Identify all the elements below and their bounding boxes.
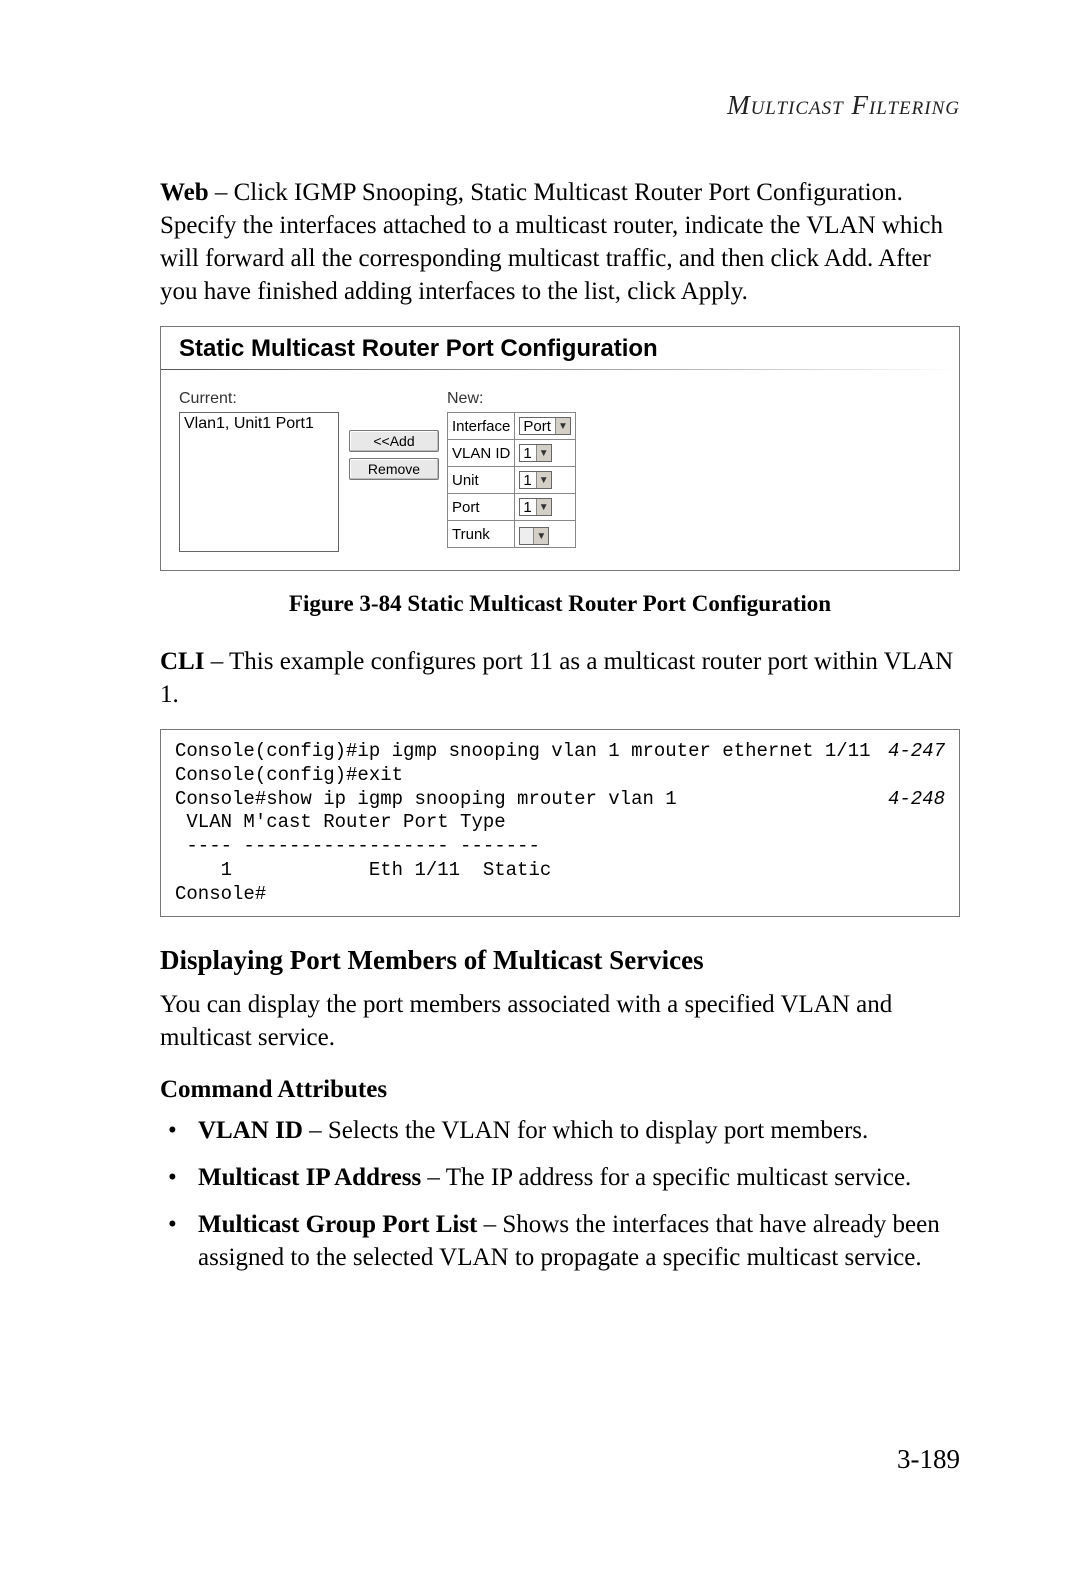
new-column: New: Interface Port ▼ VLAN ID <box>447 390 576 548</box>
cli-line-1: Console(config)#ip igmp snooping vlan 1 … <box>175 740 871 762</box>
interface-select-value: Port <box>523 418 551 435</box>
button-column: <<Add Remove <box>349 430 439 486</box>
chevron-down-icon: ▼ <box>555 418 570 434</box>
interface-label: Interface <box>448 413 515 440</box>
port-label: Port <box>448 494 515 521</box>
web-text: – Click IGMP Snooping, Static Multicast … <box>160 179 943 305</box>
chevron-down-icon: ▼ <box>536 472 551 488</box>
attr-desc: – The IP address for a specific multicas… <box>421 1164 911 1191</box>
current-list-item[interactable]: Vlan1, Unit1 Port1 <box>184 415 334 433</box>
cli-ref-2: 4-248 <box>888 788 945 812</box>
trunk-label: Trunk <box>448 521 515 548</box>
list-item: Multicast IP Address – The IP address fo… <box>198 1161 960 1194</box>
vlan-id-select-value: 1 <box>523 445 531 462</box>
vlan-id-select[interactable]: 1 ▼ <box>519 444 551 462</box>
cli-line-4: VLAN M'cast Router Port Type <box>175 811 506 833</box>
paragraph-cli: CLI – This example configures port 11 as… <box>160 645 960 711</box>
port-select[interactable]: 1 ▼ <box>519 498 551 516</box>
add-button[interactable]: <<Add <box>349 430 439 452</box>
vlan-id-label: VLAN ID <box>448 440 515 467</box>
unit-select[interactable]: 1 ▼ <box>519 471 551 489</box>
cli-line-7: Console# <box>175 883 266 905</box>
paragraph-web: Web – Click IGMP Snooping, Static Multic… <box>160 176 960 308</box>
figure-caption: Figure 3-84 Static Multicast Router Port… <box>160 591 960 617</box>
section-text: You can display the port members associa… <box>160 988 960 1054</box>
cli-output-box: 4-247 Console(config)#ip igmp snooping vl… <box>160 729 960 917</box>
interface-select[interactable]: Port ▼ <box>519 417 571 435</box>
current-column: Current: Vlan1, Unit1 Port1 <box>179 390 339 552</box>
cli-text: – This example configures port 11 as a m… <box>160 648 953 708</box>
new-label: New: <box>447 390 576 408</box>
attr-desc: – Selects the VLAN for which to display … <box>303 1117 868 1144</box>
cli-lead: CLI <box>160 648 204 675</box>
remove-button[interactable]: Remove <box>349 458 439 480</box>
running-header: Multicast Filtering <box>160 90 960 121</box>
subsection-heading: Command Attributes <box>160 1076 960 1104</box>
chevron-down-icon: ▼ <box>536 445 551 461</box>
trunk-select: ▼ <box>519 527 549 545</box>
panel-title: Static Multicast Router Port Configurati… <box>161 327 959 367</box>
port-select-value: 1 <box>523 499 531 516</box>
list-item: VLAN ID – Selects the VLAN for which to … <box>198 1114 960 1147</box>
unit-label: Unit <box>448 467 515 494</box>
attributes-list: VLAN ID – Selects the VLAN for which to … <box>160 1114 960 1274</box>
list-item: Multicast Group Port List – Shows the in… <box>198 1208 960 1274</box>
section-heading: Displaying Port Members of Multicast Ser… <box>160 945 960 976</box>
new-form-table: Interface Port ▼ VLAN ID 1 <box>447 412 576 548</box>
config-panel: Static Multicast Router Port Configurati… <box>160 326 960 571</box>
cli-line-3: Console#show ip igmp snooping mrouter vl… <box>175 788 677 810</box>
page-number: 3-189 <box>897 1444 960 1475</box>
panel-separator <box>161 369 959 370</box>
web-lead: Web <box>160 179 209 206</box>
attr-term: VLAN ID <box>198 1117 303 1144</box>
cli-line-5: ---- ------------------ ------- <box>175 835 540 857</box>
cli-ref-1: 4-247 <box>888 740 945 764</box>
cli-line-6: 1 Eth 1/11 Static <box>175 859 551 881</box>
cli-line-2: Console(config)#exit <box>175 764 403 786</box>
chevron-down-icon: ▼ <box>536 499 551 515</box>
attr-term: Multicast IP Address <box>198 1164 421 1191</box>
attr-term: Multicast Group Port List <box>198 1211 477 1238</box>
chevron-down-icon: ▼ <box>533 528 548 544</box>
unit-select-value: 1 <box>523 472 531 489</box>
current-listbox[interactable]: Vlan1, Unit1 Port1 <box>179 412 339 552</box>
current-label: Current: <box>179 390 339 408</box>
